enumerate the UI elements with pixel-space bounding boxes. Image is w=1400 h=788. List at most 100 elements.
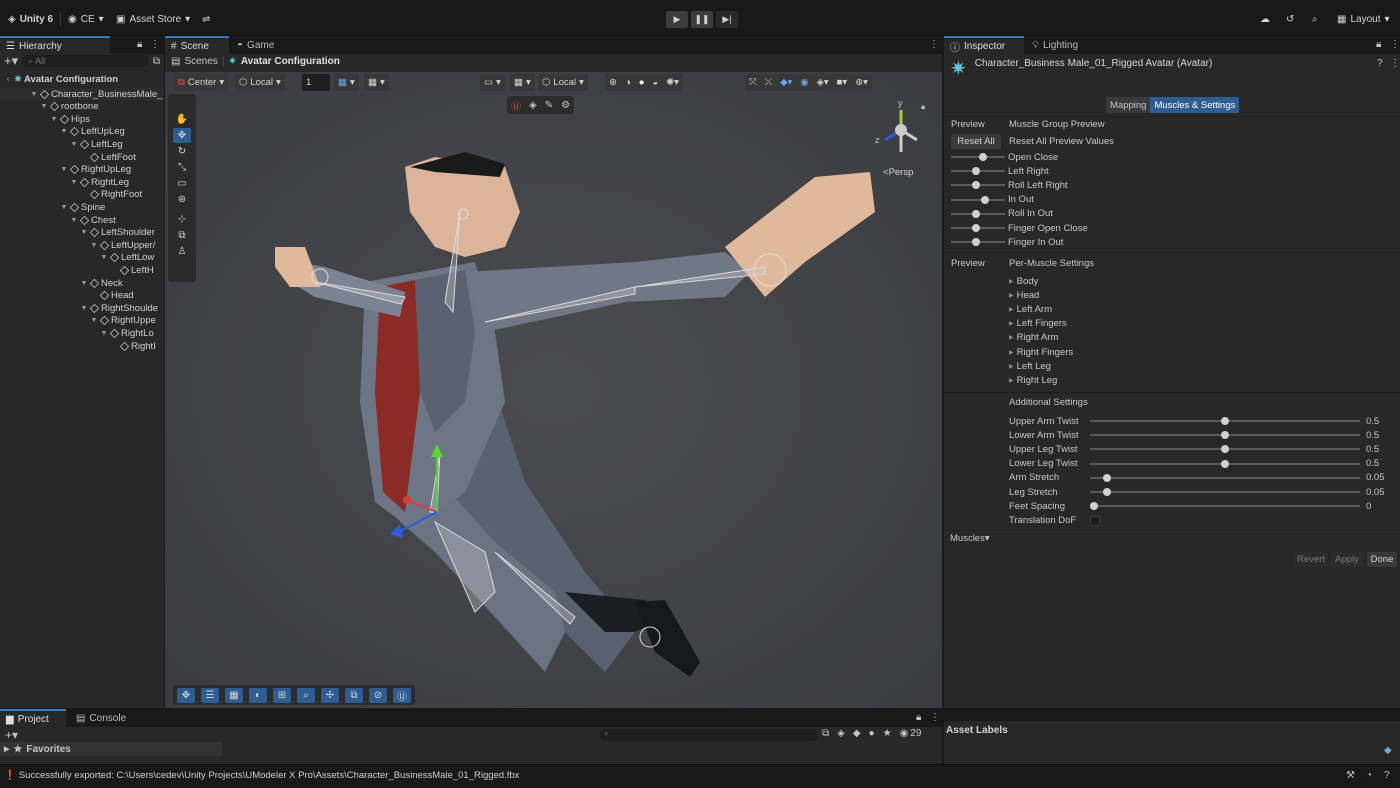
layers-icon[interactable]: ◈▾ (817, 77, 829, 88)
tab-inspector[interactable]: ⓘ Inspector (944, 36, 1024, 54)
play-button[interactable]: ▶ (666, 11, 688, 28)
chevron-down-icon[interactable]: ▼ (60, 204, 68, 211)
muscle-foldout[interactable]: ▶ Head (1009, 288, 1039, 302)
star-icon[interactable]: ★ (883, 728, 892, 739)
chevron-down-icon[interactable]: ▼ (30, 91, 38, 98)
audio-toggle-icon[interactable]: ⤫ (765, 77, 773, 88)
status-message[interactable]: ❗ Successfully exported: C:\Users\cedev\U… (4, 770, 519, 781)
tab-console[interactable]: ▤ Console (70, 709, 132, 727)
hierarchy-item[interactable]: ▼ LeftUpper/ (90, 239, 156, 251)
collab-dropdown[interactable]: ◉ CE ▾ (68, 10, 104, 28)
camera-icon[interactable]: ■▾ (837, 77, 848, 88)
slider-knob[interactable] (971, 209, 980, 218)
lock-icon[interactable]: 🔒︎ (916, 712, 921, 723)
hierarchy-item[interactable]: Head (90, 290, 134, 302)
reset-all-button[interactable]: Reset All (951, 134, 1001, 149)
muscle-group-slider[interactable] (951, 238, 1005, 247)
setting-value-field[interactable]: 0.5 (1366, 457, 1379, 471)
version-control-icon[interactable]: ⇌ (202, 10, 210, 28)
hierarchy-item[interactable]: ▼ Spine (60, 201, 106, 213)
compass-icon[interactable]: ⊘ (369, 687, 387, 703)
display-dropdown[interactable]: ▭ ▾ (480, 74, 505, 91)
setting-value-field[interactable]: 0.05 (1366, 471, 1385, 485)
hierarchy-item[interactable]: ▼ Hips (50, 113, 90, 125)
account-button[interactable]: ◈ Unity 6 (8, 10, 53, 28)
custom-tool-icon[interactable]: ⊹ (173, 212, 191, 227)
slider-knob[interactable] (1221, 445, 1229, 454)
pivot-rotation-dropdown[interactable]: ⬡ Local ▾ (235, 74, 285, 91)
hierarchy-search-input[interactable]: ⌕ All (22, 55, 149, 67)
setting-slider[interactable] (1090, 445, 1360, 454)
draw-mode-dropdown[interactable]: ▦ ▾ (510, 74, 535, 91)
lighting-icon[interactable]: ✺▾ (666, 77, 679, 88)
rotate-tool-icon[interactable]: ↻ (173, 144, 191, 159)
grid-toggle[interactable]: ▦ ▾ (364, 74, 389, 91)
slider-knob[interactable] (1103, 473, 1112, 482)
hierarchy-item[interactable]: ▼ RightUppe (90, 315, 156, 327)
revert-button[interactable]: Revert (1294, 552, 1328, 567)
handle-space-dropdown[interactable]: ⬡ Local ▾ (538, 74, 588, 91)
2d-toggle-icon[interactable]: ⤧ (749, 77, 757, 88)
visibility-icon[interactable]: ◉ (800, 77, 808, 88)
cloud-icon[interactable]: ☁ (1260, 10, 1270, 28)
help-icon[interactable]: ? (1377, 58, 1383, 69)
muscle-foldout[interactable]: ▶ Body (1009, 274, 1038, 288)
grid-snap-toggle[interactable]: ▦ ▾ (334, 74, 359, 91)
asset-store-dropdown[interactable]: ▣ Asset Store ▾ (116, 10, 190, 28)
persp-label[interactable]: <Persp (883, 167, 913, 178)
translation-dof-checkbox[interactable] (1090, 516, 1100, 526)
muscle-group-slider[interactable] (951, 167, 1005, 176)
umodeler-icon[interactable]: Ⓤ (393, 687, 411, 703)
mesh-icon[interactable]: ◈ (529, 100, 537, 111)
muscle-foldout[interactable]: ▶ Left Leg (1009, 359, 1051, 373)
chevron-down-icon[interactable]: ▼ (80, 229, 88, 236)
chevron-down-icon[interactable]: ▼ (80, 305, 88, 312)
shaded-wire-icon[interactable]: ◑ (625, 77, 631, 88)
avatar-tool-icon[interactable]: ♙ (173, 244, 191, 259)
setting-slider[interactable] (1090, 417, 1360, 425)
slider-knob[interactable] (1090, 502, 1098, 511)
slider-knob[interactable] (1221, 431, 1229, 440)
tab-mapping[interactable]: Mapping (1106, 97, 1151, 113)
settings-icon[interactable]: ⚙ (561, 100, 570, 111)
more-icon[interactable]: ⋮ (930, 712, 940, 723)
step-button[interactable]: ▶| (716, 11, 738, 28)
view-tool-icon[interactable]: ✋ (173, 112, 191, 127)
umodeler-icon[interactable]: Ⓤ (511, 98, 521, 113)
hierarchy-item[interactable]: LeftFoot (80, 151, 136, 163)
hierarchy-item[interactable]: LeftH (110, 264, 154, 276)
rect-tool-icon[interactable]: ▭ (173, 176, 191, 191)
move-icon[interactable]: ✥ (177, 687, 195, 703)
scene-viewport[interactable]: y z 🔒︎ <Persp ✋ ✥ ↻ ⤡ ▭ ⊛ ⊹ ⧉ ♙ Ⓤ ◈ ✎ ⚙ ✥ ☰… (165, 72, 942, 708)
muscles-dropdown[interactable]: Muscles ▾ (950, 531, 990, 545)
move-tool-icon[interactable]: ✥ (173, 128, 191, 143)
setting-value-field[interactable]: 0.5 (1366, 428, 1379, 442)
breadcrumb-scenes[interactable]: Scenes (184, 56, 217, 67)
muscle-foldout[interactable]: ▶ Left Fingers (1009, 317, 1067, 331)
hierarchy-item[interactable]: ▼ RightLeg (70, 176, 130, 188)
pan-icon[interactable]: ✢ (321, 687, 339, 703)
label-icon[interactable]: ◆ (1384, 745, 1392, 756)
hierarchy-item[interactable]: RightI (110, 340, 156, 352)
slider-knob[interactable] (971, 167, 980, 176)
muscle-foldout[interactable]: ▶ Left Arm (1009, 302, 1052, 316)
chevron-down-icon[interactable]: ▼ (100, 330, 108, 337)
tab-scene[interactable]: # Scene (165, 36, 229, 54)
setting-slider[interactable] (1090, 431, 1360, 440)
hierarchy-item[interactable]: ▼ LeftLeg (70, 138, 123, 150)
done-button[interactable]: Done (1367, 552, 1397, 567)
slider-knob[interactable] (971, 224, 980, 232)
shaded-icon[interactable]: ● (639, 77, 645, 88)
chevron-down-icon[interactable]: ▼ (40, 103, 48, 110)
slider-knob[interactable] (971, 181, 980, 190)
hierarchy-item[interactable]: ▼ LeftUpLeg (60, 126, 125, 138)
slider-knob[interactable] (1221, 417, 1229, 425)
chevron-down-icon[interactable]: ▼ (70, 217, 78, 224)
tab-game[interactable]: ◓ Game (231, 36, 280, 54)
camera-icon[interactable]: ⧉ (345, 687, 363, 703)
more-icon[interactable]: ⋮ (929, 39, 939, 50)
slider-knob[interactable] (980, 195, 989, 204)
setting-value-field[interactable]: 0.5 (1366, 414, 1379, 428)
chevron-down-icon[interactable]: ▼ (60, 166, 68, 173)
setting-slider[interactable] (1090, 502, 1360, 511)
